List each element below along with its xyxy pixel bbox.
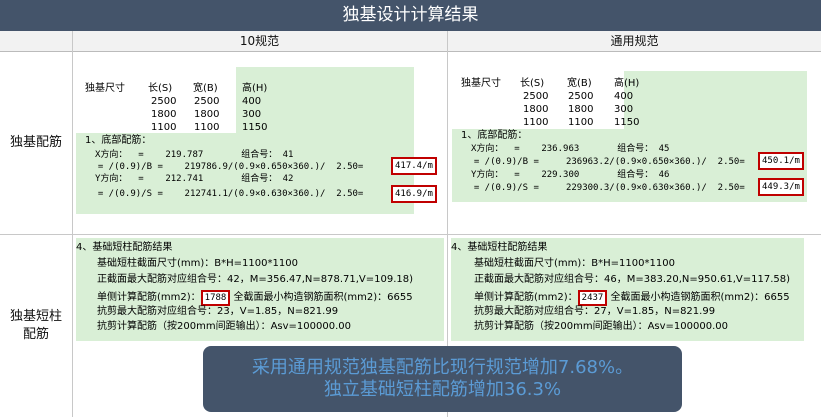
column-header-right: 通用规范 (448, 31, 821, 52)
min-area: 全截面最小构造钢筋面积(mm2)：6655 (230, 292, 413, 303)
table-cell: 1150 (242, 122, 268, 133)
table-cell: 1800 (523, 104, 549, 115)
section-label: 1、底部配筋： (461, 130, 528, 141)
x-direction-line: X方向： = 219.787 组合号： 41 (95, 150, 294, 160)
single-prefix: 单侧计算配筋(mm2)： (97, 292, 201, 303)
table-cell: 1800 (151, 109, 177, 120)
y-formula: = /(0.9)/S = 212741.1/(0.9×0.630×360.)/ … (87, 189, 364, 199)
table-header: 长(S) (520, 78, 545, 89)
x-direction-line: X方向： = 236.963 组合号： 45 (471, 144, 670, 154)
table-cell: 2500 (194, 96, 220, 107)
x-formula: = /(0.9)/B = 236963.2/(0.9×0.650×360.)/ … (463, 157, 745, 167)
table-cell: 1100 (568, 117, 594, 128)
pier-shear-line: 抗剪最大配筋对应组合号：27，V=1.85，N=821.99 (474, 306, 716, 317)
table-cell: 1100 (523, 117, 549, 128)
y-result-highlight: 416.9/m (391, 185, 437, 203)
table-cell: 2500 (151, 96, 177, 107)
pier-single-line: 单侧计算配筋(mm2)： 2437 全截面最小构造钢筋面积(mm2)：6655 (474, 290, 790, 306)
table-cell: 300 (242, 109, 262, 120)
table-cell: 1150 (614, 117, 640, 128)
table-cell: 1100 (151, 122, 177, 133)
table-header: 宽(B) (567, 78, 592, 89)
y-result-highlight: 449.3/m (758, 178, 804, 196)
table-cell: 1800 (194, 109, 220, 120)
pier-shear-note: 抗剪计算配筋（按200mm间距输出）：Asv=100000.00 (474, 321, 728, 332)
single-result-highlight: 2437 (577, 290, 608, 306)
pier-shear-line: 抗剪最大配筋对应组合号：23，V=1.85，N=821.99 (97, 306, 339, 317)
pier-size: 基础短柱截面尺寸(mm)：B*H=1100*1100 (474, 258, 675, 269)
table-header: 宽(B) (193, 83, 218, 94)
table-cell: 2500 (523, 91, 549, 102)
left-footing-panel: 独基尺寸 长(S) 宽(B) 高(H) 2500 2500 400 1800 1… (76, 67, 414, 214)
x-formula: = /(0.9)/B = 219786.9/(0.9×0.650×360.)/ … (87, 162, 364, 172)
y-direction-line: Y方向： = 212.741 组合号： 42 (95, 174, 294, 184)
pier-moment-line: 正截面最大配筋对应组合号：42，M=356.47,N=878.71,V=109.… (97, 274, 414, 285)
conclusion-note: 采用通用规范独基配筋比现行规范增加7.68%。 独立基础短柱配筋增加36.3% (203, 346, 682, 412)
table-cell: 1800 (568, 104, 594, 115)
pier-moment-line: 正截面最大配筋对应组合号：46，M=383.20,N=950.61,V=117.… (474, 274, 791, 285)
right-footing-panel: 独基尺寸 长(S) 宽(B) 高(H) 2500 2500 400 1800 1… (452, 71, 807, 202)
pier-size: 基础短柱截面尺寸(mm)：B*H=1100*1100 (97, 258, 298, 269)
table-header: 独基尺寸 (85, 83, 125, 94)
conclusion-line-1: 采用通用规范独基配筋比现行规范增加7.68%。 (251, 357, 634, 378)
x-result-highlight: 417.4/m (391, 157, 437, 175)
single-result-highlight: 1788 (200, 290, 231, 306)
table-cell: 300 (614, 104, 634, 115)
table-cell: 1100 (194, 122, 220, 133)
pier-single-line: 单侧计算配筋(mm2)： 1788 全截面最小构造钢筋面积(mm2)：6655 (97, 290, 413, 306)
table-cell: 2500 (568, 91, 594, 102)
page-title: 独基设计计算结果 (0, 0, 821, 31)
y-formula: = /(0.9)/S = 229300.3/(0.9×0.630×360.)/ … (463, 183, 745, 193)
table-header: 高(H) (614, 78, 640, 89)
conclusion-line-2: 独立基础短柱配筋增加36.3% (323, 379, 562, 400)
x-result-highlight: 450.1/m (758, 152, 804, 170)
right-pier-panel: 4、基础短柱配筋结果 基础短柱截面尺寸(mm)：B*H=1100*1100 正截… (451, 238, 804, 341)
y-direction-line: Y方向： = 229.300 组合号： 46 (471, 170, 670, 180)
section-label: 1、底部配筋： (85, 135, 152, 146)
row-header-footing: 独基配筋 (9, 135, 62, 150)
table-header: 高(H) (242, 83, 268, 94)
column-header-left: 10规范 (72, 31, 447, 52)
row-divider (0, 234, 821, 235)
table-header: 长(S) (148, 83, 173, 94)
min-area: 全截面最小构造钢筋面积(mm2)：6655 (607, 292, 790, 303)
single-prefix: 单侧计算配筋(mm2)： (474, 292, 578, 303)
left-pier-panel: 4、基础短柱配筋结果 基础短柱截面尺寸(mm)：B*H=1100*1100 正截… (76, 238, 444, 341)
table-header: 独基尺寸 (461, 78, 501, 89)
pier-heading: 4、基础短柱配筋结果 (76, 242, 173, 253)
table-cell: 400 (242, 96, 262, 107)
table-cell: 400 (614, 91, 634, 102)
pier-heading: 4、基础短柱配筋结果 (451, 242, 548, 253)
corner-header (0, 31, 72, 52)
column-divider (72, 31, 73, 417)
row-header-pier: 独基短柱配筋 (9, 309, 62, 342)
pier-shear-note: 抗剪计算配筋（按200mm间距输出）：Asv=100000.00 (97, 321, 351, 332)
